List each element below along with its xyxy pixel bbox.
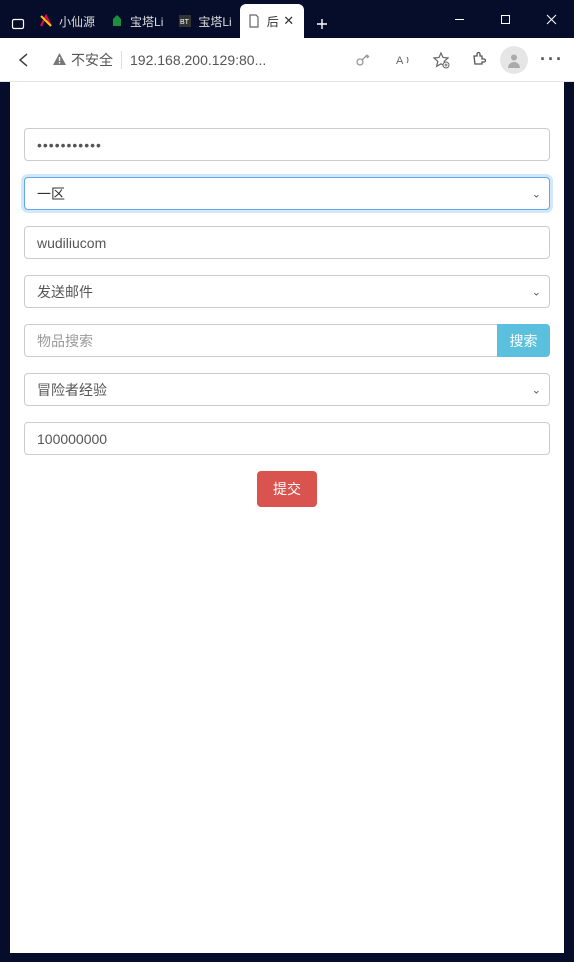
tab-label: 宝塔Li xyxy=(198,13,231,30)
attribute-select[interactable]: 冒险者经验 ⌄ xyxy=(24,373,550,406)
quantity-field[interactable] xyxy=(24,422,550,455)
address-bar: 不安全 192.168.200.129:80... A ··· xyxy=(0,38,574,82)
password-input[interactable] xyxy=(37,137,537,153)
url-box[interactable]: 不安全 192.168.200.129:80... xyxy=(46,44,386,76)
menu-button[interactable]: ··· xyxy=(534,49,570,70)
favorites-icon[interactable] xyxy=(424,42,458,78)
insecure-label: 不安全 xyxy=(71,50,113,70)
tab-label: 后 xyxy=(267,13,279,30)
select-value: 一区 xyxy=(37,184,65,204)
page-viewport: 一区 ⌄ 发送邮件 ⌄ 搜索 冒险者经验 ⌄ 提交 xyxy=(10,82,564,953)
minimize-button[interactable] xyxy=(436,0,482,38)
extensions-icon[interactable] xyxy=(460,42,494,78)
back-button[interactable] xyxy=(4,40,44,80)
profile-avatar[interactable] xyxy=(500,46,528,74)
chevron-down-icon: ⌄ xyxy=(532,187,541,200)
chevron-down-icon: ⌄ xyxy=(532,285,541,298)
item-search-input[interactable] xyxy=(37,333,485,349)
tab-baota-1[interactable]: 宝塔Li xyxy=(103,4,171,38)
favicon-icon: BT xyxy=(177,13,193,29)
search-button[interactable]: 搜索 xyxy=(497,324,550,357)
key-icon[interactable] xyxy=(346,42,380,78)
separator xyxy=(121,51,122,69)
favicon-icon xyxy=(38,13,54,29)
window-controls xyxy=(436,0,574,38)
svg-text:BT: BT xyxy=(180,19,190,26)
url-text: 192.168.200.129:80... xyxy=(130,52,338,68)
action-select[interactable]: 发送邮件 ⌄ xyxy=(24,275,550,308)
chevron-down-icon: ⌄ xyxy=(532,383,541,396)
close-window-button[interactable] xyxy=(528,0,574,38)
tab-label: 宝塔Li xyxy=(130,13,163,30)
submit-button[interactable]: 提交 xyxy=(257,471,317,507)
username-input[interactable] xyxy=(37,235,537,251)
tab-xiaoxianyuan[interactable]: 小仙源 xyxy=(32,4,103,38)
select-value: 冒险者经验 xyxy=(37,380,107,400)
quantity-input[interactable] xyxy=(37,431,537,447)
insecure-badge: 不安全 xyxy=(52,50,113,70)
password-field[interactable] xyxy=(24,128,550,161)
item-search-group: 搜索 xyxy=(24,324,550,357)
window-titlebar: 小仙源 宝塔Li BT 宝塔Li 后 ✕ xyxy=(0,0,574,38)
submit-label: 提交 xyxy=(273,481,301,497)
read-aloud-icon[interactable]: A xyxy=(388,42,422,78)
item-search-field[interactable] xyxy=(24,324,497,357)
tab-strip: 小仙源 宝塔Li BT 宝塔Li 后 ✕ xyxy=(32,4,436,38)
select-value: 发送邮件 xyxy=(37,282,93,302)
tab-label: 小仙源 xyxy=(59,13,95,30)
page-icon xyxy=(246,13,262,29)
maximize-button[interactable] xyxy=(482,0,528,38)
tab-actions-icon[interactable] xyxy=(4,10,32,38)
search-button-label: 搜索 xyxy=(510,331,538,351)
favicon-icon xyxy=(109,13,125,29)
zone-select[interactable]: 一区 ⌄ xyxy=(24,177,550,210)
close-icon[interactable]: ✕ xyxy=(282,14,296,28)
username-field[interactable] xyxy=(24,226,550,259)
svg-text:A: A xyxy=(396,55,404,67)
warning-icon xyxy=(52,52,67,67)
tab-backend[interactable]: 后 ✕ xyxy=(240,4,304,38)
admin-form: 一区 ⌄ 发送邮件 ⌄ 搜索 冒险者经验 ⌄ 提交 xyxy=(10,82,564,507)
new-tab-button[interactable] xyxy=(308,10,336,38)
tab-baota-2[interactable]: BT 宝塔Li xyxy=(171,4,239,38)
